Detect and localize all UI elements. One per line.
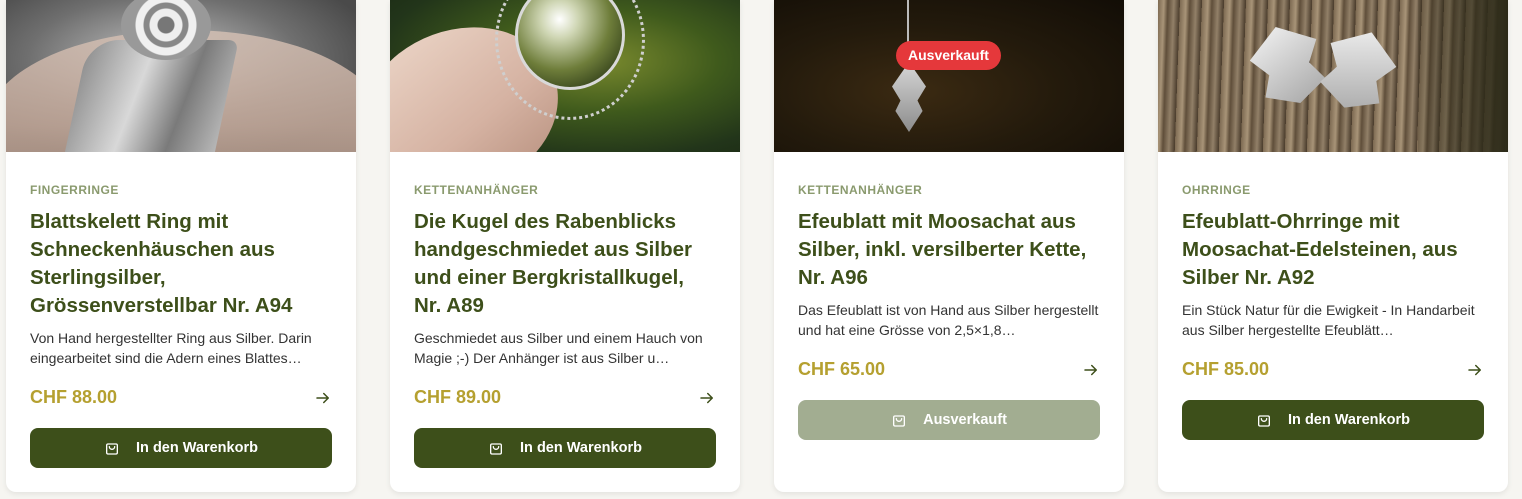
product-image-ivy-earrings[interactable]	[1158, 0, 1508, 152]
product-card[interactable]: Ausverkauft KETTENANHÄNGER Efeublatt mit…	[774, 0, 1124, 492]
arrow-right-icon[interactable]	[1466, 361, 1484, 379]
price-row: CHF 85.00	[1182, 359, 1484, 383]
product-price: CHF 85.00	[1182, 359, 1270, 379]
product-title[interactable]: Blattskelett Ring mit Schneckenhäuschen …	[30, 208, 330, 320]
product-description: Ein Stück Natur für die Ewigkeit - In Ha…	[1182, 302, 1475, 338]
product-price: CHF 88.00	[30, 387, 118, 407]
product-card[interactable]: KETTENANHÄNGER Die Kugel des Rabenblicks…	[390, 0, 740, 492]
product-title[interactable]: Efeublatt-Ohrringe mit Moosachat-Edelste…	[1182, 208, 1482, 292]
price-row: CHF 89.00	[414, 387, 716, 411]
price-row: CHF 88.00	[30, 387, 332, 411]
add-to-cart-button[interactable]: In den Warenkorb	[1182, 400, 1484, 440]
add-to-cart-label: In den Warenkorb	[520, 440, 642, 456]
arrow-right-icon[interactable]	[1082, 361, 1100, 379]
add-to-cart-button[interactable]: In den Warenkorb	[30, 428, 332, 468]
add-to-cart-button[interactable]: In den Warenkorb	[414, 428, 716, 468]
product-description: Das Efeublatt ist von Hand aus Silber he…	[798, 302, 1099, 338]
product-category: FINGERRINGE	[30, 183, 119, 197]
product-image-ring[interactable]	[6, 0, 356, 152]
shopping-bag-icon	[1258, 415, 1271, 427]
price-row: CHF 65.00	[798, 359, 1100, 383]
shopping-bag-icon	[106, 443, 119, 455]
product-title[interactable]: Die Kugel des Rabenblicks handgeschmiede…	[414, 208, 714, 320]
sold-out-badge: Ausverkauft	[896, 41, 1001, 70]
add-to-cart-label: In den Warenkorb	[1288, 412, 1410, 428]
product-price: CHF 89.00	[414, 387, 502, 407]
sold-out-button: Ausverkauft	[798, 400, 1100, 440]
product-card[interactable]: OHRRINGE Efeublatt-Ohrringe mit Moosacha…	[1158, 0, 1508, 492]
sold-out-label: Ausverkauft	[923, 412, 1007, 428]
shopping-bag-icon	[893, 415, 906, 427]
product-image-raven[interactable]	[390, 0, 740, 152]
product-category: KETTENANHÄNGER	[798, 183, 923, 197]
product-title[interactable]: Efeublatt mit Moosachat aus Silber, inkl…	[798, 208, 1098, 292]
product-description: Geschmiedet aus Silber und einem Hauch v…	[414, 330, 703, 366]
product-image-ivy-pendant[interactable]: Ausverkauft	[774, 0, 1124, 152]
arrow-right-icon[interactable]	[314, 389, 332, 407]
product-price: CHF 65.00	[798, 359, 886, 379]
shopping-bag-icon	[490, 443, 503, 455]
product-card[interactable]: FINGERRINGE Blattskelett Ring mit Schnec…	[6, 0, 356, 492]
product-category: OHRRINGE	[1182, 183, 1251, 197]
arrow-right-icon[interactable]	[698, 389, 716, 407]
product-category: KETTENANHÄNGER	[414, 183, 539, 197]
product-grid: FINGERRINGE Blattskelett Ring mit Schnec…	[0, 0, 1522, 499]
add-to-cart-label: In den Warenkorb	[136, 440, 258, 456]
product-description: Von Hand hergestellter Ring aus Silber. …	[30, 330, 312, 366]
